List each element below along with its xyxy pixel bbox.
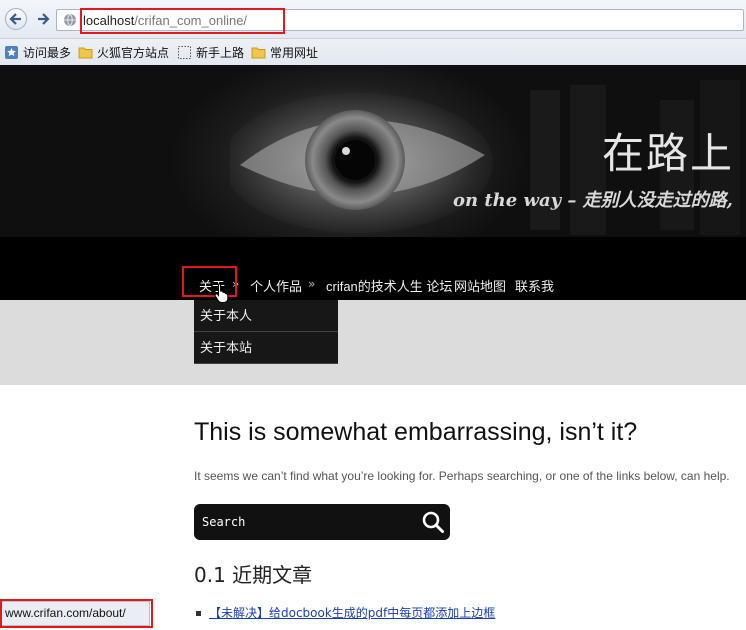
bookmark-label: 火狐官方站点 bbox=[97, 46, 170, 60]
about-dropdown-menu: 关于本人 关于本站 bbox=[194, 300, 338, 364]
forward-button[interactable] bbox=[33, 9, 53, 29]
list-bullet bbox=[196, 611, 201, 616]
bookmark-star-icon bbox=[5, 46, 18, 59]
page-heading: This is somewhat embarrassing, isn’t it? bbox=[194, 418, 638, 446]
back-button[interactable] bbox=[5, 8, 27, 30]
bookmark-label: 新手上路 bbox=[196, 46, 245, 60]
url-highlight-box bbox=[80, 8, 285, 34]
dropdown-item-about-me[interactable]: 关于本人 bbox=[194, 300, 338, 332]
content-band bbox=[0, 300, 746, 385]
bookmark-common-sites[interactable]: 常用网址 bbox=[251, 44, 318, 61]
bookmarks-toolbar: 访问最多 火狐官方站点 新手上路 常用网址 bbox=[0, 39, 746, 66]
dropdown-item-about-site[interactable]: 关于本站 bbox=[194, 332, 338, 364]
bookmark-getting-started[interactable]: 新手上路 bbox=[177, 44, 244, 61]
site-title[interactable]: 在路上 bbox=[602, 120, 734, 181]
folder-icon bbox=[251, 47, 266, 59]
bookmark-label: 常用网址 bbox=[270, 46, 319, 60]
nav-separator: » bbox=[308, 277, 316, 291]
forward-arrow-icon bbox=[38, 13, 50, 25]
site-banner: 在路上 on the way – 走别人没走过的路, bbox=[0, 65, 746, 237]
nav-item-works[interactable]: 个人作品 bbox=[250, 276, 302, 295]
nav-item-contact[interactable]: 联系我 bbox=[515, 276, 554, 295]
bookmark-label: 访问最多 bbox=[23, 46, 72, 60]
bookmark-firefox-site[interactable]: 火狐官方站点 bbox=[78, 44, 169, 61]
status-highlight-box bbox=[0, 599, 153, 628]
dotted-folder-icon bbox=[178, 46, 191, 59]
search-form[interactable]: Search bbox=[194, 504, 450, 540]
globe-icon bbox=[64, 13, 76, 27]
search-input[interactable]: Search bbox=[202, 515, 245, 529]
recent-post-link[interactable]: 【未解决】给docbook生成的pdf中每页都添加上边框 bbox=[209, 606, 495, 620]
bookmark-most-visited[interactable]: 访问最多 bbox=[4, 44, 71, 61]
not-found-message: It seems we can’t find what you’re looki… bbox=[194, 469, 730, 483]
nav-item-forum[interactable]: crifan的技术人生 论坛 bbox=[326, 276, 452, 295]
recent-posts-heading: 0.1 近期文章 bbox=[194, 563, 313, 587]
folder-icon bbox=[78, 47, 93, 59]
search-icon[interactable] bbox=[421, 510, 445, 534]
recent-posts-list: 【未解决】给docbook生成的pdf中每页都添加上边框 bbox=[196, 604, 495, 621]
back-arrow-icon bbox=[9, 13, 21, 25]
eye-image bbox=[230, 93, 493, 233]
site-tagline: on the way – 走别人没走过的路, bbox=[453, 190, 733, 211]
nav-item-sitemap[interactable]: 网站地图 bbox=[454, 276, 506, 295]
hand-cursor-icon bbox=[214, 282, 229, 304]
